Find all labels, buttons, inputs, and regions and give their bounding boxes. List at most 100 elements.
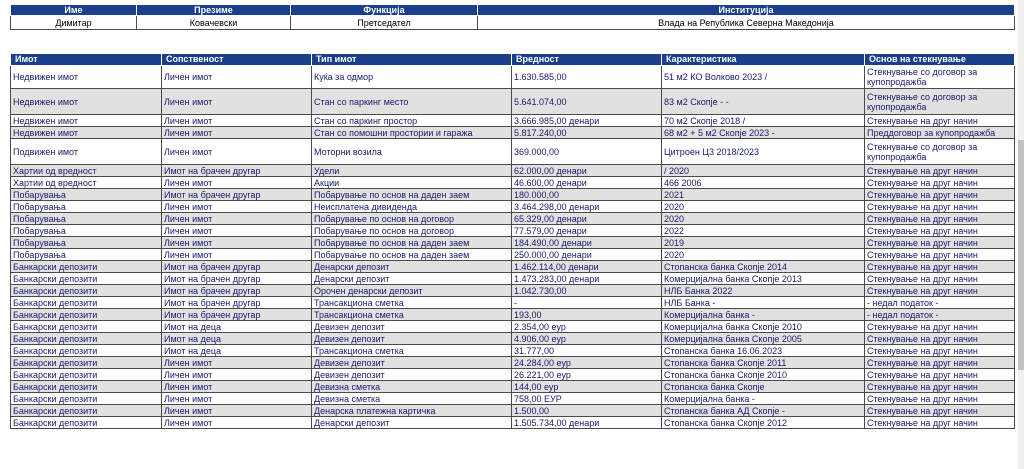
acquisition-basis-cell: - недал податок -	[864, 296, 1015, 309]
property-type-cell: Побарување по основ на даден заем	[311, 236, 512, 249]
characteristic-cell: 2020	[661, 200, 865, 213]
characteristic-cell: Стопанска банка 16.06.2023	[661, 344, 865, 357]
property-cell: Подвижен имот	[10, 138, 162, 165]
property-cell: Банкарски депозити	[10, 308, 162, 321]
property-type-cell: Девизна сметка	[311, 392, 512, 405]
table-row: Побарувања Личен имот Побарување по основ …	[10, 236, 1015, 249]
value-cell: 250.000,00 денари	[511, 248, 662, 261]
table-row: Банкарски депозити Имот на брачен другар Д…	[10, 260, 1015, 273]
property-type-cell: Денарска платежна картичка	[311, 404, 512, 417]
header-institution: Институција	[477, 4, 1015, 16]
characteristic-cell: / 2020	[661, 164, 865, 177]
property-cell: Недвижен имот	[10, 65, 162, 89]
property-type-cell: Акции	[311, 176, 512, 189]
characteristic-cell: 2020	[661, 248, 865, 261]
table-row: Банкарски депозити Личен имот Девизен депо…	[10, 356, 1015, 369]
value-cell: 144,00 еур	[511, 380, 662, 393]
acquisition-basis-cell: Стекнување на друг начин	[864, 236, 1015, 249]
acquisition-basis-cell: Стекнување на друг начин	[864, 212, 1015, 225]
property-type-cell: Девизен депозит	[311, 368, 512, 381]
scrollbar-thumb[interactable]	[1018, 140, 1024, 370]
acquisition-basis-cell: Стекнување на друг начин	[864, 176, 1015, 189]
characteristic-cell: НЛБ Банка 2022	[661, 284, 865, 297]
acquisition-basis-cell: Стекнување на друг начин	[864, 356, 1015, 369]
ownership-cell: Имот на брачен другар	[161, 272, 312, 285]
property-cell: Хартии од вредност	[10, 164, 162, 177]
table-row: Недвижен имот Личен имот Стан со паркинг м…	[10, 88, 1015, 115]
property-cell: Банкарски депозити	[10, 344, 162, 357]
value-cell: 3.666.985,00 денари	[511, 114, 662, 127]
function-cell: Претседател	[290, 15, 478, 30]
table-row: Банкарски депозити Имот на брачен другар Т…	[10, 308, 1015, 321]
property-type-cell: Орочен денарски депозит	[311, 284, 512, 297]
value-cell: 31.777,00	[511, 344, 662, 357]
value-cell: 1.505.734,00 денари	[511, 416, 662, 429]
ownership-cell: Личен имот	[161, 224, 312, 237]
ownership-cell: Личен имот	[161, 248, 312, 261]
property-cell: Недвижен имот	[10, 88, 162, 115]
acquisition-basis-cell: Стекнување на друг начин	[864, 392, 1015, 405]
assets-table: Имот Сопственост Тип имот Вредност Карак…	[10, 53, 1015, 429]
ownership-cell: Личен имот	[161, 404, 312, 417]
property-type-cell: Стан со паркинг место	[311, 88, 512, 115]
property-cell: Побарувања	[10, 212, 162, 225]
property-type-cell: Трансакциона сметка	[311, 296, 512, 309]
table-row: Банкарски депозити Личен имот Девизна смет…	[10, 380, 1015, 393]
value-cell: 3.464.298,00 денари	[511, 200, 662, 213]
ownership-cell: Имот на деца	[161, 332, 312, 345]
value-cell: 4.906,00 еур	[511, 332, 662, 345]
characteristic-cell: Стопанска банка Скопје 2010	[661, 368, 865, 381]
institution-cell: Влада на Република Северна Македонија	[477, 15, 1015, 30]
ownership-cell: Имот на брачен другар	[161, 260, 312, 273]
table-row: Банкарски депозити Имот на брачен другар Т…	[10, 296, 1015, 309]
acquisition-basis-cell: Стекнување на друг начин	[864, 320, 1015, 333]
acquisition-basis-cell: Стекнување на друг начин	[864, 200, 1015, 213]
characteristic-cell: Стопанска банка Скопје 2014	[661, 260, 865, 273]
characteristic-cell: Стопанска банка Скопје	[661, 380, 865, 393]
acquisition-basis-cell: Стекнување на друг начин	[864, 368, 1015, 381]
ownership-cell: Личен имот	[161, 65, 312, 89]
value-cell: 1.500,00	[511, 404, 662, 417]
ownership-cell: Личен имот	[161, 200, 312, 213]
header-characteristic: Карактеристика	[661, 53, 865, 66]
table-row: Банкарски депозити Имот на деца Девизен де…	[10, 332, 1015, 345]
property-type-cell: Моторни возила	[311, 138, 512, 165]
ownership-cell: Личен имот	[161, 368, 312, 381]
acquisition-basis-cell: Стекнување со договор за купопродажба	[864, 138, 1015, 165]
vertical-scrollbar[interactable]	[1018, 0, 1024, 469]
table-row: Хартии од вредност Личен имот Акции 46.600,…	[10, 176, 1015, 189]
property-cell: Банкарски депозити	[10, 296, 162, 309]
acquisition-basis-cell: Стекнување на друг начин	[864, 332, 1015, 345]
header-last-name: Презиме	[136, 4, 291, 16]
property-type-cell: Побарување по основ на даден заем	[311, 248, 512, 261]
value-cell: 77.579,00 денари	[511, 224, 662, 237]
value-cell: 1.042.730,00	[511, 284, 662, 297]
characteristic-cell: Комерцијална банка Скопје 2005	[661, 332, 865, 345]
table-row: Банкарски депозити Имот на деца Девизен де…	[10, 320, 1015, 333]
value-cell: 46.600,00 денари	[511, 176, 662, 189]
value-cell: 369.000,00	[511, 138, 662, 165]
property-cell: Банкарски депозити	[10, 332, 162, 345]
characteristic-cell: Стопанска банка АД Скопје -	[661, 404, 865, 417]
property-cell: Побарувања	[10, 248, 162, 261]
table-row: Недвижен имот Личен имот Куќа за одмор 1.63…	[10, 65, 1015, 89]
ownership-cell: Личен имот	[161, 392, 312, 405]
ownership-cell: Имот на брачен другар	[161, 308, 312, 321]
property-cell: Банкарски депозити	[10, 404, 162, 417]
property-type-cell: Куќа за одмор	[311, 65, 512, 89]
acquisition-basis-cell: Стекнување на друг начин	[864, 164, 1015, 177]
official-info-table: Име Презиме Функција Институција Димитар…	[10, 4, 1015, 30]
property-type-cell: Удели	[311, 164, 512, 177]
property-type-cell: Девизен депозит	[311, 356, 512, 369]
ownership-cell: Личен имот	[161, 176, 312, 189]
characteristic-cell: 83 м2 Скопје - -	[661, 88, 865, 115]
ownership-cell: Имот на брачен другар	[161, 164, 312, 177]
acquisition-basis-cell: Стекнување на друг начин	[864, 344, 1015, 357]
acquisition-basis-cell: Стекнување на друг начин	[864, 284, 1015, 297]
property-type-cell: Девизен депозит	[311, 332, 512, 345]
property-type-cell: Стан со помошни простории и гаража	[311, 126, 512, 139]
table-row: Хартии од вредност Имот на брачен другар У…	[10, 164, 1015, 177]
acquisition-basis-cell: Стекнување на друг начин	[864, 188, 1015, 201]
assets-body: Недвижен имот Личен имот Куќа за одмор 1.63…	[10, 65, 1015, 429]
acquisition-basis-cell: Стекнување на друг начин	[864, 260, 1015, 273]
